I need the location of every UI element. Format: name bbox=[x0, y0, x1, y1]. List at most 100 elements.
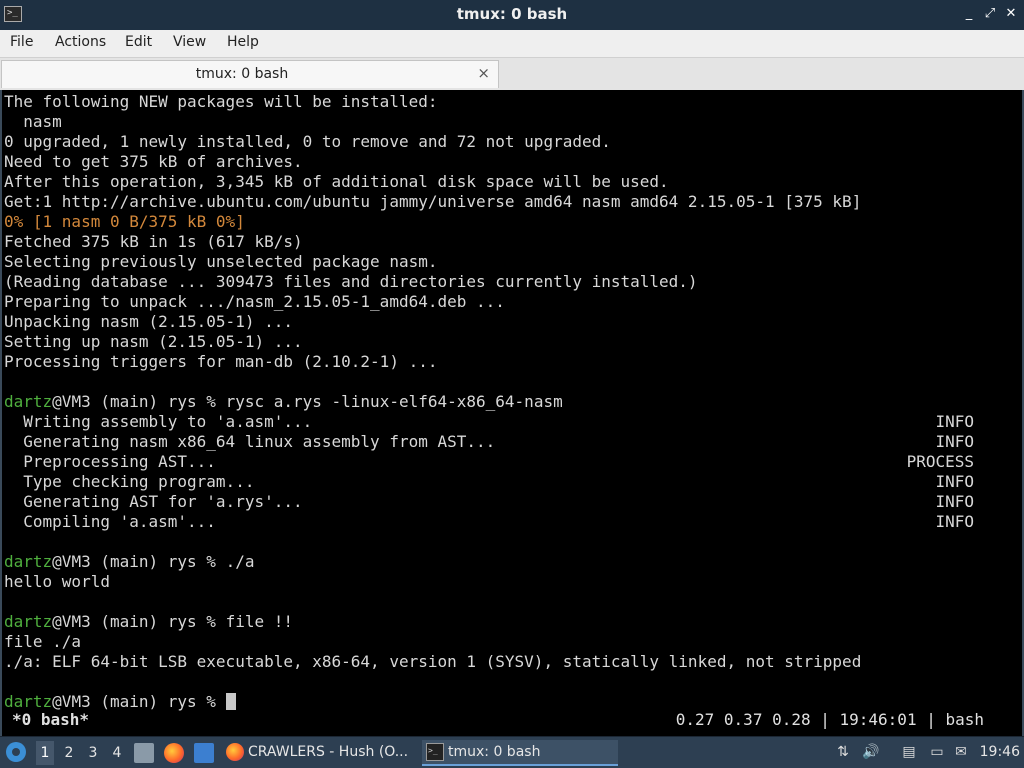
output-text: Type checking program... bbox=[4, 472, 255, 491]
prompt-user: dartz bbox=[4, 552, 53, 571]
tmux-window-indicator[interactable]: *0 bash* bbox=[12, 710, 89, 730]
output-text: Selecting previously unselected package … bbox=[4, 252, 438, 271]
task-terminal[interactable]: >_ tmux: 0 bash bbox=[422, 740, 618, 766]
log-level: INFO bbox=[935, 412, 974, 431]
terminal-line: Setting up nasm (2.15.05-1) ... bbox=[4, 332, 994, 352]
output-text: Preprocessing AST... bbox=[4, 452, 216, 471]
log-level: INFO bbox=[935, 472, 974, 491]
tab-close-icon[interactable]: × bbox=[477, 64, 490, 82]
output-text: Compiling 'a.asm'... bbox=[4, 512, 216, 531]
output-text: Get:1 http://archive.ubuntu.com/ubuntu j… bbox=[4, 192, 862, 211]
task-label: CRAWLERS - Hush (O... bbox=[248, 744, 409, 760]
show-desktop-icon[interactable] bbox=[194, 743, 214, 763]
prompt-command: @VM3 (main) rys % file !! bbox=[52, 612, 293, 631]
output-text: (Reading database ... 309473 files and d… bbox=[4, 272, 698, 291]
tab-tmux[interactable]: tmux: 0 bash × bbox=[1, 60, 499, 88]
terminal-line: Compiling 'a.asm'... INFO bbox=[4, 512, 994, 532]
output-text: Generating nasm x86_64 linux assembly fr… bbox=[4, 432, 496, 451]
terminal-icon: >_ bbox=[426, 743, 444, 761]
prompt-command: @VM3 (main) rys % ./a bbox=[52, 552, 255, 571]
log-level: INFO bbox=[935, 492, 974, 511]
terminal-line: Preparing to unpack .../nasm_2.15.05-1_a… bbox=[4, 292, 994, 312]
log-level: INFO bbox=[935, 512, 974, 531]
notification-icon[interactable]: ✉ bbox=[952, 743, 970, 761]
menu-actions[interactable]: Actions bbox=[55, 34, 106, 50]
workspace-3[interactable]: 3 bbox=[86, 745, 100, 761]
workspace-2[interactable]: 2 bbox=[62, 745, 76, 761]
firefox-icon bbox=[226, 743, 244, 761]
prompt-user: dartz bbox=[4, 392, 53, 411]
window-titlebar: >_ tmux: 0 bash _ ⤢ ✕ bbox=[0, 0, 1024, 30]
maximize-button[interactable]: ⤢ bbox=[982, 6, 998, 22]
prompt-command: @VM3 (main) rys % bbox=[52, 692, 226, 711]
log-level: PROCESS bbox=[906, 452, 974, 471]
output-text: Preparing to unpack .../nasm_2.15.05-1_a… bbox=[4, 292, 505, 311]
terminal-line: 0 upgraded, 1 newly installed, 0 to remo… bbox=[4, 132, 994, 152]
output-text: nasm bbox=[4, 112, 62, 131]
menu-edit[interactable]: Edit bbox=[125, 34, 152, 50]
terminal-view[interactable]: The following NEW packages will be insta… bbox=[0, 90, 1024, 736]
menu-view[interactable]: View bbox=[173, 34, 206, 50]
terminal-line: nasm bbox=[4, 112, 994, 132]
output-text: Writing assembly to 'a.asm'... bbox=[4, 412, 313, 431]
firefox-icon[interactable] bbox=[164, 743, 184, 763]
terminal-line: After this operation, 3,345 kB of additi… bbox=[4, 172, 994, 192]
tab-label: tmux: 0 bash bbox=[195, 66, 289, 82]
volume-icon[interactable]: 🔊 bbox=[862, 743, 880, 761]
close-button[interactable]: ✕ bbox=[1003, 6, 1019, 22]
output-text: The following NEW packages will be insta… bbox=[4, 92, 438, 111]
tmux-status-right: 0.27 0.37 0.28 | 19:46:01 | bash bbox=[675, 710, 984, 729]
terminal-line: Processing triggers for man-db (2.10.2-1… bbox=[4, 352, 994, 372]
terminal-line: Generating nasm x86_64 linux assembly fr… bbox=[4, 432, 994, 452]
terminal-line: hello world bbox=[4, 572, 994, 592]
output-text: ./a: ELF 64-bit LSB executable, x86-64, … bbox=[4, 652, 862, 671]
start-menu-icon[interactable] bbox=[6, 742, 26, 762]
prompt-user: dartz bbox=[4, 692, 53, 711]
terminal-line: Selecting previously unselected package … bbox=[4, 252, 994, 272]
output-text: Need to get 375 kB of archives. bbox=[4, 152, 303, 171]
terminal-line: ./a: ELF 64-bit LSB executable, x86-64, … bbox=[4, 652, 994, 672]
terminal-line: Need to get 375 kB of archives. bbox=[4, 152, 994, 172]
terminal-cursor bbox=[225, 693, 236, 710]
terminal-line: Preprocessing AST... PROCESS bbox=[4, 452, 994, 472]
prompt-user: dartz bbox=[4, 612, 53, 631]
task-firefox[interactable]: CRAWLERS - Hush (O... bbox=[222, 740, 418, 766]
menu-file[interactable]: File bbox=[10, 34, 33, 50]
network-icon[interactable]: ⇅ bbox=[834, 743, 852, 761]
clipboard-icon[interactable]: ▤ bbox=[900, 743, 918, 761]
terminal-line: Writing assembly to 'a.asm'... INFO bbox=[4, 412, 994, 432]
terminal-line: Fetched 375 kB in 1s (617 kB/s) bbox=[4, 232, 994, 252]
terminal-line: Get:1 http://archive.ubuntu.com/ubuntu j… bbox=[4, 192, 994, 212]
terminal-line: file ./a bbox=[4, 632, 994, 652]
output-text: Unpacking nasm (2.15.05-1) ... bbox=[4, 312, 293, 331]
output-text: Processing triggers for man-db (2.10.2-1… bbox=[4, 352, 438, 371]
tab-bar: tmux: 0 bash × bbox=[0, 58, 1024, 90]
task-label: tmux: 0 bash bbox=[448, 744, 541, 760]
output-text: 0% [1 nasm 0 B/375 kB 0%] bbox=[4, 212, 245, 231]
output-text: Generating AST for 'a.rys'... bbox=[4, 492, 303, 511]
menu-help[interactable]: Help bbox=[227, 34, 259, 50]
minimize-button[interactable]: _ bbox=[961, 6, 977, 22]
terminal-line: Generating AST for 'a.rys'... INFO bbox=[4, 492, 994, 512]
workspace-1[interactable]: 1 bbox=[36, 741, 54, 765]
output-text: file ./a bbox=[4, 632, 82, 651]
menu-bar: File Actions Edit View Help bbox=[0, 30, 1024, 58]
terminal-line: dartz@VM3 (main) rys % bbox=[4, 692, 994, 712]
log-level: INFO bbox=[935, 432, 974, 451]
file-manager-icon[interactable] bbox=[134, 743, 154, 763]
output-text: hello world bbox=[4, 572, 110, 591]
display-icon[interactable]: ▭ bbox=[928, 743, 946, 761]
terminal-line: Unpacking nasm (2.15.05-1) ... bbox=[4, 312, 994, 332]
output-text: After this operation, 3,345 kB of additi… bbox=[4, 172, 669, 191]
terminal-line: dartz@VM3 (main) rys % file !! bbox=[4, 612, 994, 632]
prompt-command: @VM3 (main) rys % rysc a.rys -linux-elf6… bbox=[52, 392, 563, 411]
terminal-line: 0% [1 nasm 0 B/375 kB 0%] bbox=[4, 212, 994, 232]
terminal-line: dartz@VM3 (main) rys % ./a bbox=[4, 552, 994, 572]
taskbar: 1 2 3 4 CRAWLERS - Hush (O... >_ tmux: 0… bbox=[0, 736, 1024, 768]
terminal-line: (Reading database ... 309473 files and d… bbox=[4, 272, 994, 292]
output-text: Setting up nasm (2.15.05-1) ... bbox=[4, 332, 303, 351]
terminal-line: Type checking program... INFO bbox=[4, 472, 994, 492]
workspace-4[interactable]: 4 bbox=[110, 745, 124, 761]
